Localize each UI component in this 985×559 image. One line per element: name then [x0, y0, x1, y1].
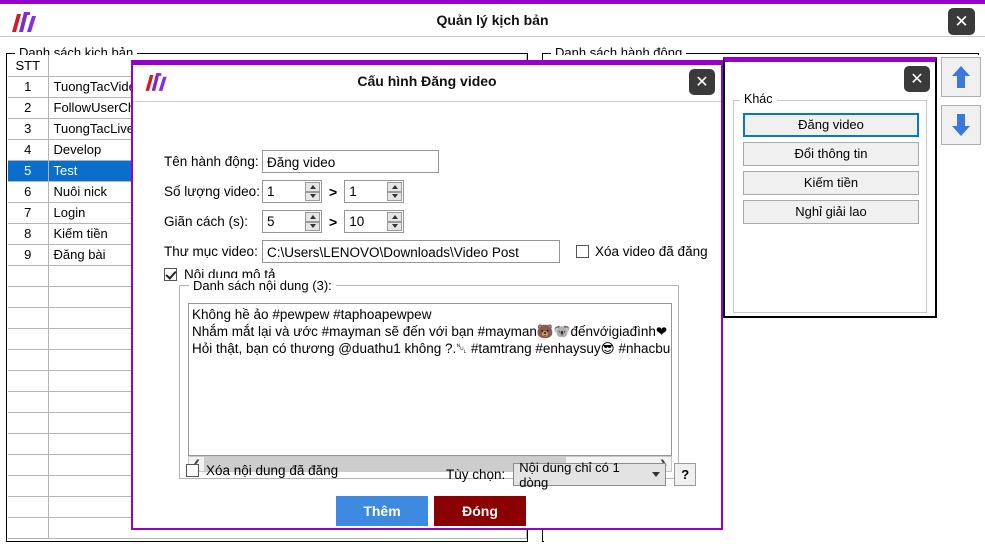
content-items-container: Không hề ảo #pewpew #taphoapewpewNhắm mắ…: [192, 306, 671, 357]
main-window-title: Quản lý kịch bản: [0, 12, 985, 28]
action-name-label: Tên hành động:: [164, 154, 260, 169]
cell-empty: [8, 517, 48, 538]
cell-stt: 8: [8, 223, 48, 244]
spinner-up-icon[interactable]: [305, 182, 320, 192]
video-folder-label: Thư mục video:: [164, 244, 260, 259]
cell-empty: [8, 370, 48, 391]
config-dialog-body: Tên hành động: Đăng video Số lượng video…: [133, 102, 721, 529]
description-checkbox[interactable]: [164, 268, 177, 281]
cell-empty: [8, 286, 48, 307]
spinner-up-icon[interactable]: [387, 182, 402, 192]
list-item[interactable]: Hỏi thật, bạn có thương @duathu1 không ?…: [192, 340, 671, 357]
video-count-row: Số lượng video: 1 > 1: [164, 180, 404, 203]
khac-button-3[interactable]: Kiếm tiền: [743, 171, 919, 195]
config-dialog-titlebar: Cấu hình Đăng video ✕: [133, 65, 721, 102]
option-select-value: Nội dung chỉ có 1 dòng: [519, 460, 644, 490]
delete-posted-content-label: Xóa nội dung đã đăng: [206, 463, 338, 478]
content-list-group-label: Danh sách nội dung (3):: [189, 278, 336, 293]
gap-from-spinner[interactable]: 5: [262, 210, 322, 233]
arrow-up-icon: [950, 64, 972, 90]
delete-posted-content-checkbox[interactable]: [186, 464, 199, 477]
spinner-down-icon[interactable]: [305, 192, 320, 202]
cell-empty: [8, 433, 48, 454]
column-header-stt: STT: [8, 55, 48, 76]
cell-empty: [8, 475, 48, 496]
video-count-to-stepper[interactable]: [387, 182, 402, 201]
help-button[interactable]: ?: [674, 463, 696, 486]
cell-empty: [8, 328, 48, 349]
delete-posted-video-checkbox[interactable]: [576, 245, 589, 258]
cell-stt: 9: [8, 244, 48, 265]
move-down-button[interactable]: [941, 105, 981, 145]
arrow-down-icon: [950, 112, 972, 138]
video-count-label: Số lượng video:: [164, 184, 260, 199]
video-count-from-stepper[interactable]: [305, 182, 320, 201]
option-select[interactable]: Nội dung chỉ có 1 dòng: [513, 463, 666, 486]
cell-empty: [8, 496, 48, 517]
video-count-from-spinner[interactable]: 1: [262, 180, 322, 203]
cell-empty: [8, 412, 48, 433]
cell-stt: 5: [8, 160, 48, 181]
spinner-down-icon[interactable]: [305, 222, 320, 232]
gap-row: Giãn cách (s): 5 > 10: [164, 210, 404, 233]
move-up-button[interactable]: [941, 57, 981, 97]
add-button[interactable]: Thêm: [336, 496, 428, 526]
config-dialog-close-icon[interactable]: ✕: [689, 69, 715, 95]
cell-empty: [8, 349, 48, 370]
khac-button-2[interactable]: Đổi thông tin: [743, 142, 919, 166]
spinner-down-icon[interactable]: [387, 222, 402, 232]
close-button[interactable]: Đóng: [434, 496, 526, 526]
option-row: Tùy chọn: Nội dung chỉ có 1 dòng ?: [446, 463, 696, 486]
spinner-up-icon[interactable]: [387, 212, 402, 222]
gap-to-spinner[interactable]: 10: [344, 210, 404, 233]
video-count-separator: >: [329, 184, 337, 200]
cell-stt: 7: [8, 202, 48, 223]
list-item[interactable]: Không hề ảo #pewpew #taphoapewpew: [192, 306, 671, 323]
cell-stt: 1: [8, 76, 48, 97]
khac-group-label: Khác: [740, 92, 777, 106]
khac-button-1[interactable]: Đăng video: [743, 113, 919, 137]
delete-posted-video-label: Xóa video đã đăng: [595, 244, 708, 259]
action-name-input[interactable]: Đăng video: [262, 150, 439, 173]
option-label: Tùy chọn:: [446, 467, 505, 482]
list-item[interactable]: Nhắm mắt lại và ước #mayman sẽ đến với b…: [192, 323, 671, 340]
cell-empty: [8, 454, 48, 475]
chevron-down-icon: [652, 472, 660, 477]
spinner-up-icon[interactable]: [305, 212, 320, 222]
video-count-to-spinner[interactable]: 1: [344, 180, 404, 203]
app-root: Quản lý kịch bản ✕ Danh sách kịch bản ST…: [0, 0, 985, 559]
khac-panel-close-icon[interactable]: ✕: [904, 66, 930, 92]
gap-to-stepper[interactable]: [387, 212, 402, 231]
action-name-row: Tên hành động: Đăng video: [164, 150, 439, 173]
content-list-group: Danh sách nội dung (3): Không hề ảo #pew…: [179, 285, 679, 479]
cell-empty: [8, 391, 48, 412]
delete-posted-content-row: Xóa nội dung đã đăng: [186, 463, 338, 478]
cell-empty: [8, 265, 48, 286]
cell-stt: 4: [8, 139, 48, 160]
gap-label: Giãn cách (s):: [164, 214, 260, 229]
khac-panel-titlebar: ✕: [725, 62, 935, 96]
config-dialog: Cấu hình Đăng video ✕ Tên hành động: Đăn…: [131, 60, 723, 530]
khac-button-group: Khác Đăng videoĐổi thông tinKiếm tiềnNgh…: [733, 100, 927, 313]
cell-stt: 2: [8, 97, 48, 118]
video-folder-input[interactable]: C:\Users\LENOVO\Downloads\Video Post: [262, 240, 560, 263]
khac-panel: ✕ Khác Đăng video Đổi thông tin Kiếm tiền N…: [723, 57, 937, 318]
cell-empty: [8, 307, 48, 328]
main-titlebar: Quản lý kịch bản ✕: [0, 0, 985, 36]
config-dialog-title: Cấu hình Đăng video: [133, 73, 721, 89]
main-window-close-icon[interactable]: ✕: [948, 8, 975, 35]
spinner-down-icon[interactable]: [387, 192, 402, 202]
gap-from-stepper[interactable]: [305, 212, 320, 231]
video-folder-row: Thư mục video: C:\Users\LENOVO\Downloads…: [164, 240, 708, 263]
gap-separator: >: [329, 214, 337, 230]
khac-button-4[interactable]: Nghỉ giải lao: [743, 200, 919, 224]
cell-stt: 3: [8, 118, 48, 139]
cell-stt: 6: [8, 181, 48, 202]
content-listbox[interactable]: Không hề ảo #pewpew #taphoapewpewNhắm mắ…: [188, 303, 672, 456]
